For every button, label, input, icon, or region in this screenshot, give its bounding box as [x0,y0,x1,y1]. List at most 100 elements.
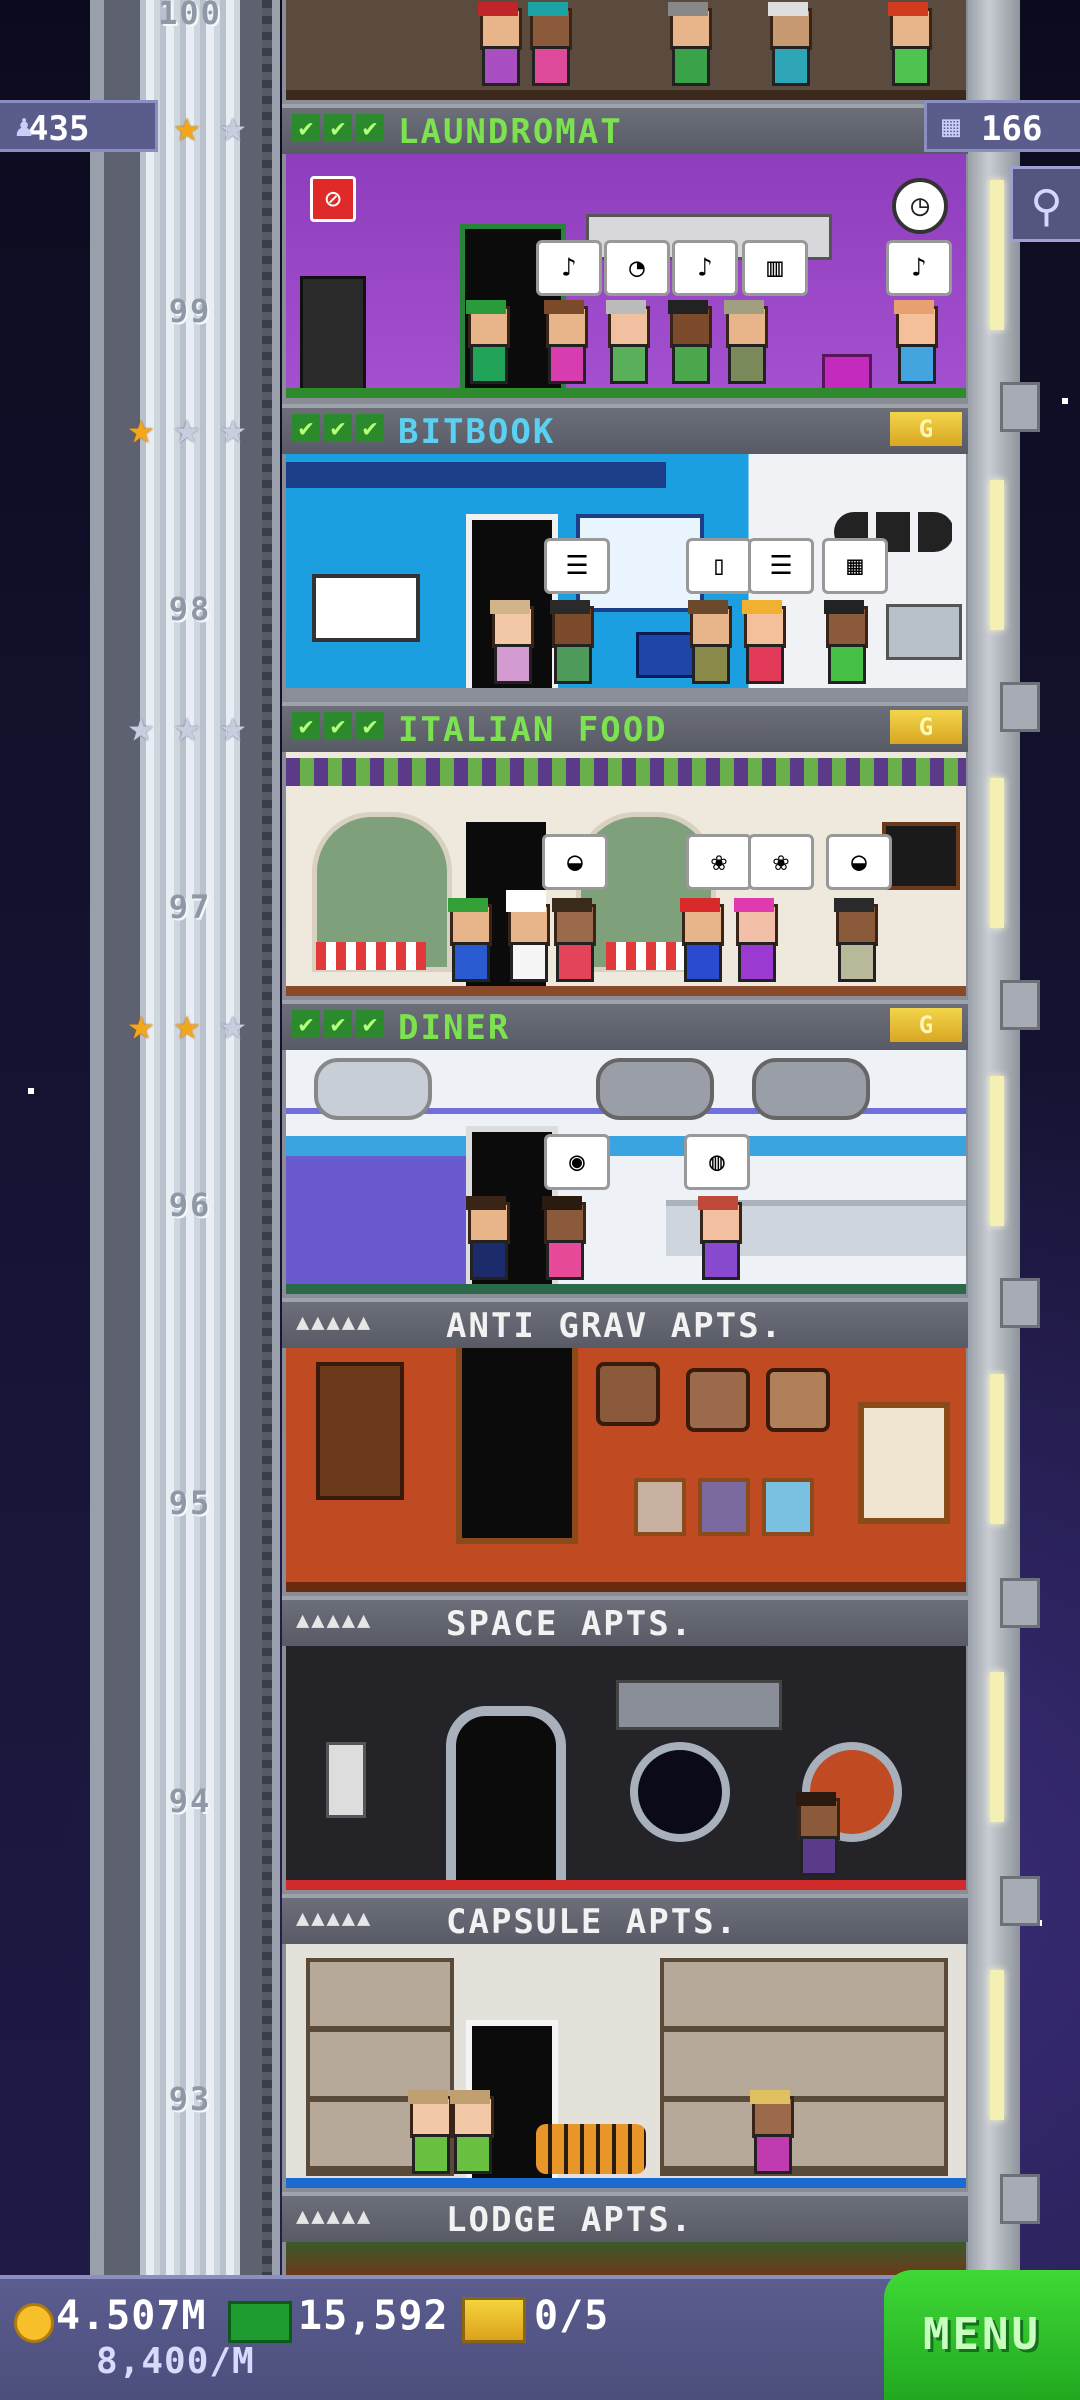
floor-label-bar[interactable]: ▲▲▲▲▲ LODGE APTS. [282,2192,968,2242]
tenant[interactable] [686,600,732,684]
star-filled-icon: ★ [127,999,155,1050]
request-bubble[interactable]: ▯ [686,538,752,594]
floating-tenant[interactable] [596,1362,660,1426]
menu-board [882,822,960,890]
floor-name: LODGE APTS. [446,2200,694,2240]
room-diner[interactable]: ◉ ◍ [286,1050,966,1294]
star-filled-icon: ★ [127,403,155,454]
coins-rate: 8,400/M [96,2341,255,2382]
tenant[interactable] [464,300,510,384]
shaft-rail-left [90,0,104,2275]
tenant[interactable] [696,1196,742,1280]
request-bubble[interactable]: ▥ [742,240,808,296]
request-bubble[interactable]: ◉ [544,1134,610,1190]
room-capsule-apts[interactable] [286,1944,966,2188]
floor-label-bar[interactable]: ✔ ✔ ✔ DINER G [282,1000,968,1050]
floor-number-99: 99 [168,292,212,330]
gold-badge[interactable]: G [890,710,962,744]
gold-badge[interactable]: G [890,412,962,446]
request-bubble[interactable]: ☰ [544,538,610,594]
capsule-pods [660,1958,948,2176]
tenant[interactable] [748,2090,794,2174]
floor-label-bar[interactable]: ✔ ✔ ✔ ITALIAN FOOD G [282,702,968,752]
tenant[interactable] [550,898,596,982]
star-empty-icon: ★ [173,403,201,454]
tenant[interactable] [732,898,778,982]
tenant[interactable] [666,2,712,86]
room-lodge-apts[interactable] [286,2242,966,2275]
tenant[interactable] [446,898,492,982]
room-italian-food[interactable]: ◒ ❀ ❀ ◒ [286,752,966,996]
tenant[interactable] [526,2,572,86]
floor-label-bar[interactable]: ▲▲▲▲▲ SPACE APTS. [282,1596,968,1646]
tenant[interactable] [488,600,534,684]
request-bubble[interactable]: ❀ [748,834,814,890]
elevator-cable [262,0,272,2275]
request-bubble[interactable]: ☰ [748,538,814,594]
chef[interactable] [504,890,550,982]
tenant[interactable] [722,300,768,384]
floor-label-bar[interactable]: ▲▲▲▲▲ CAPSULE APTS. [282,1894,968,1944]
room-floor [286,388,966,398]
floor-label-bar[interactable]: ✔ ✔ ✔ BITBOOK G [282,404,968,454]
room-laundromat[interactable]: ⊘ ◷ ♪ ◔ ♪ ▥ ♪ [286,154,966,398]
check-icon: ✔ [292,712,320,740]
tenant[interactable] [678,898,724,982]
tenant[interactable] [766,2,812,86]
tenant[interactable] [604,300,650,384]
check-icon: ✔ [356,114,384,142]
window [858,1402,950,1524]
tower-ledge [1000,1876,1040,1926]
room-anti-grav-apts[interactable] [286,1348,966,1592]
tenant[interactable] [892,300,938,384]
request-bubble[interactable]: ◍ [684,1134,750,1190]
room-space-apts[interactable] [286,1646,966,1890]
request-bubble[interactable]: ◒ [826,834,892,890]
floating-tenant[interactable] [686,1368,750,1432]
request-bubble[interactable]: ❀ [686,834,752,890]
no-entry-sign-icon: ⊘ [310,176,356,222]
floor-name: DINER [398,1008,511,1048]
tenant[interactable] [464,1196,510,1280]
search-button[interactable]: ⚲ [1010,166,1080,242]
tenant[interactable] [406,2090,452,2174]
dining-table [316,942,426,970]
tenant[interactable] [822,600,868,684]
tower-ledge [1000,2174,1040,2224]
request-bubble[interactable]: ♪ [536,240,602,296]
tenant[interactable] [666,300,712,384]
request-bubble[interactable]: ◒ [542,834,608,890]
porthole-window [596,1058,714,1120]
floating-tenant[interactable] [766,1368,830,1432]
game-viewport[interactable]: 100 99 98 97 96 95 94 93 ✔ ✔ ✔ LAUNDROMA… [0,0,1080,2400]
request-bubble[interactable]: ▦ [822,538,888,594]
purple-wall [286,1156,466,1286]
gold-badge[interactable]: G [890,1008,962,1042]
menu-button[interactable]: MENU [884,2270,1080,2400]
population-counter[interactable]: ♟ 435 [0,100,158,152]
tiger-pet[interactable] [536,2124,646,2174]
tenant[interactable] [542,300,588,384]
tenant[interactable] [740,600,786,684]
floor-name: ITALIAN FOOD [398,710,668,750]
tenant[interactable] [886,2,932,86]
floors-counter[interactable]: ▦ 166 [924,100,1080,152]
floor-label-bar[interactable]: ▲▲▲▲▲ ANTI GRAV APTS. [282,1298,968,1348]
tenant[interactable] [476,2,522,86]
room-floor-100[interactable] [286,0,966,100]
tenant[interactable] [832,898,878,982]
tenant[interactable] [540,1196,586,1280]
building-icon: ▦ [941,109,961,144]
floor-label-bar[interactable]: ✔ ✔ ✔ LAUNDROMAT [282,104,968,154]
tower-window-light [990,1374,1004,1524]
request-bubble[interactable]: ♪ [672,240,738,296]
room-bitbook[interactable]: ☰ ▯ ☰ ▦ [286,454,966,698]
tenant[interactable] [794,1792,840,1876]
tenant[interactable] [448,2090,494,2174]
computer-desk [886,604,962,660]
room-floor [286,90,966,100]
request-bubble[interactable]: ♪ [886,240,952,296]
request-bubble[interactable]: ◔ [604,240,670,296]
tenant[interactable] [548,600,594,684]
tickets-value: 0/5 [534,2293,610,2339]
